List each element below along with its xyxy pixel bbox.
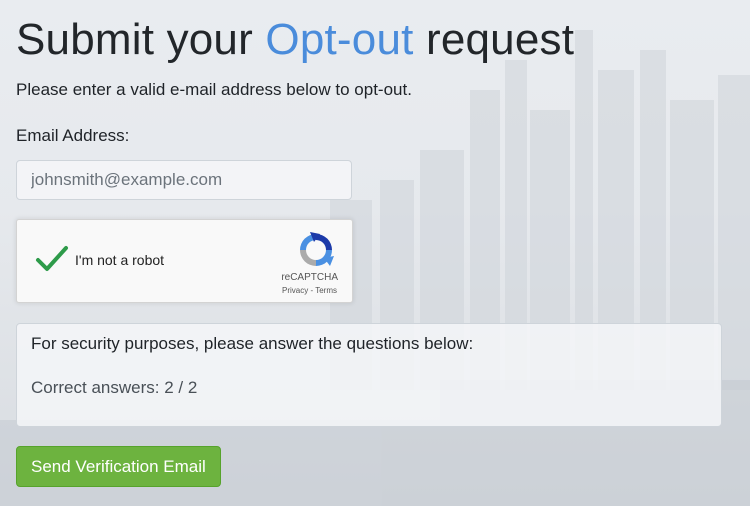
instructions-text: Please enter a valid e-mail address belo… [16, 80, 412, 99]
recaptcha-links: Privacy - Terms [282, 286, 337, 295]
send-verification-email-button[interactable]: Send Verification Email [16, 446, 221, 487]
email-label: Email Address: [16, 126, 130, 145]
security-question-text: For security purposes, please answer the… [31, 334, 474, 353]
security-questions-box: For security purposes, please answer the… [16, 323, 722, 427]
recaptcha-brand: reCAPTCHA [281, 272, 338, 283]
captcha-label: I'm not a robot [75, 252, 165, 268]
terms-link[interactable]: Terms [315, 286, 337, 295]
correct-answers-count: Correct answers: 2 / 2 [31, 378, 198, 397]
privacy-link[interactable]: Privacy [282, 286, 308, 295]
recaptcha-widget: I'm not a robot reCAPTCHA Privacy - Term… [16, 219, 353, 303]
email-field[interactable] [16, 160, 352, 200]
opt-out-form: Submit your Opt-out request Please enter… [0, 0, 750, 487]
recaptcha-logo-icon [300, 232, 334, 266]
title-accent: Opt-out [265, 15, 414, 64]
check-icon[interactable] [35, 244, 69, 274]
title-suffix: request [425, 15, 575, 64]
title-prefix: Submit your [16, 15, 253, 64]
page-title: Submit your Opt-out request [16, 12, 750, 68]
